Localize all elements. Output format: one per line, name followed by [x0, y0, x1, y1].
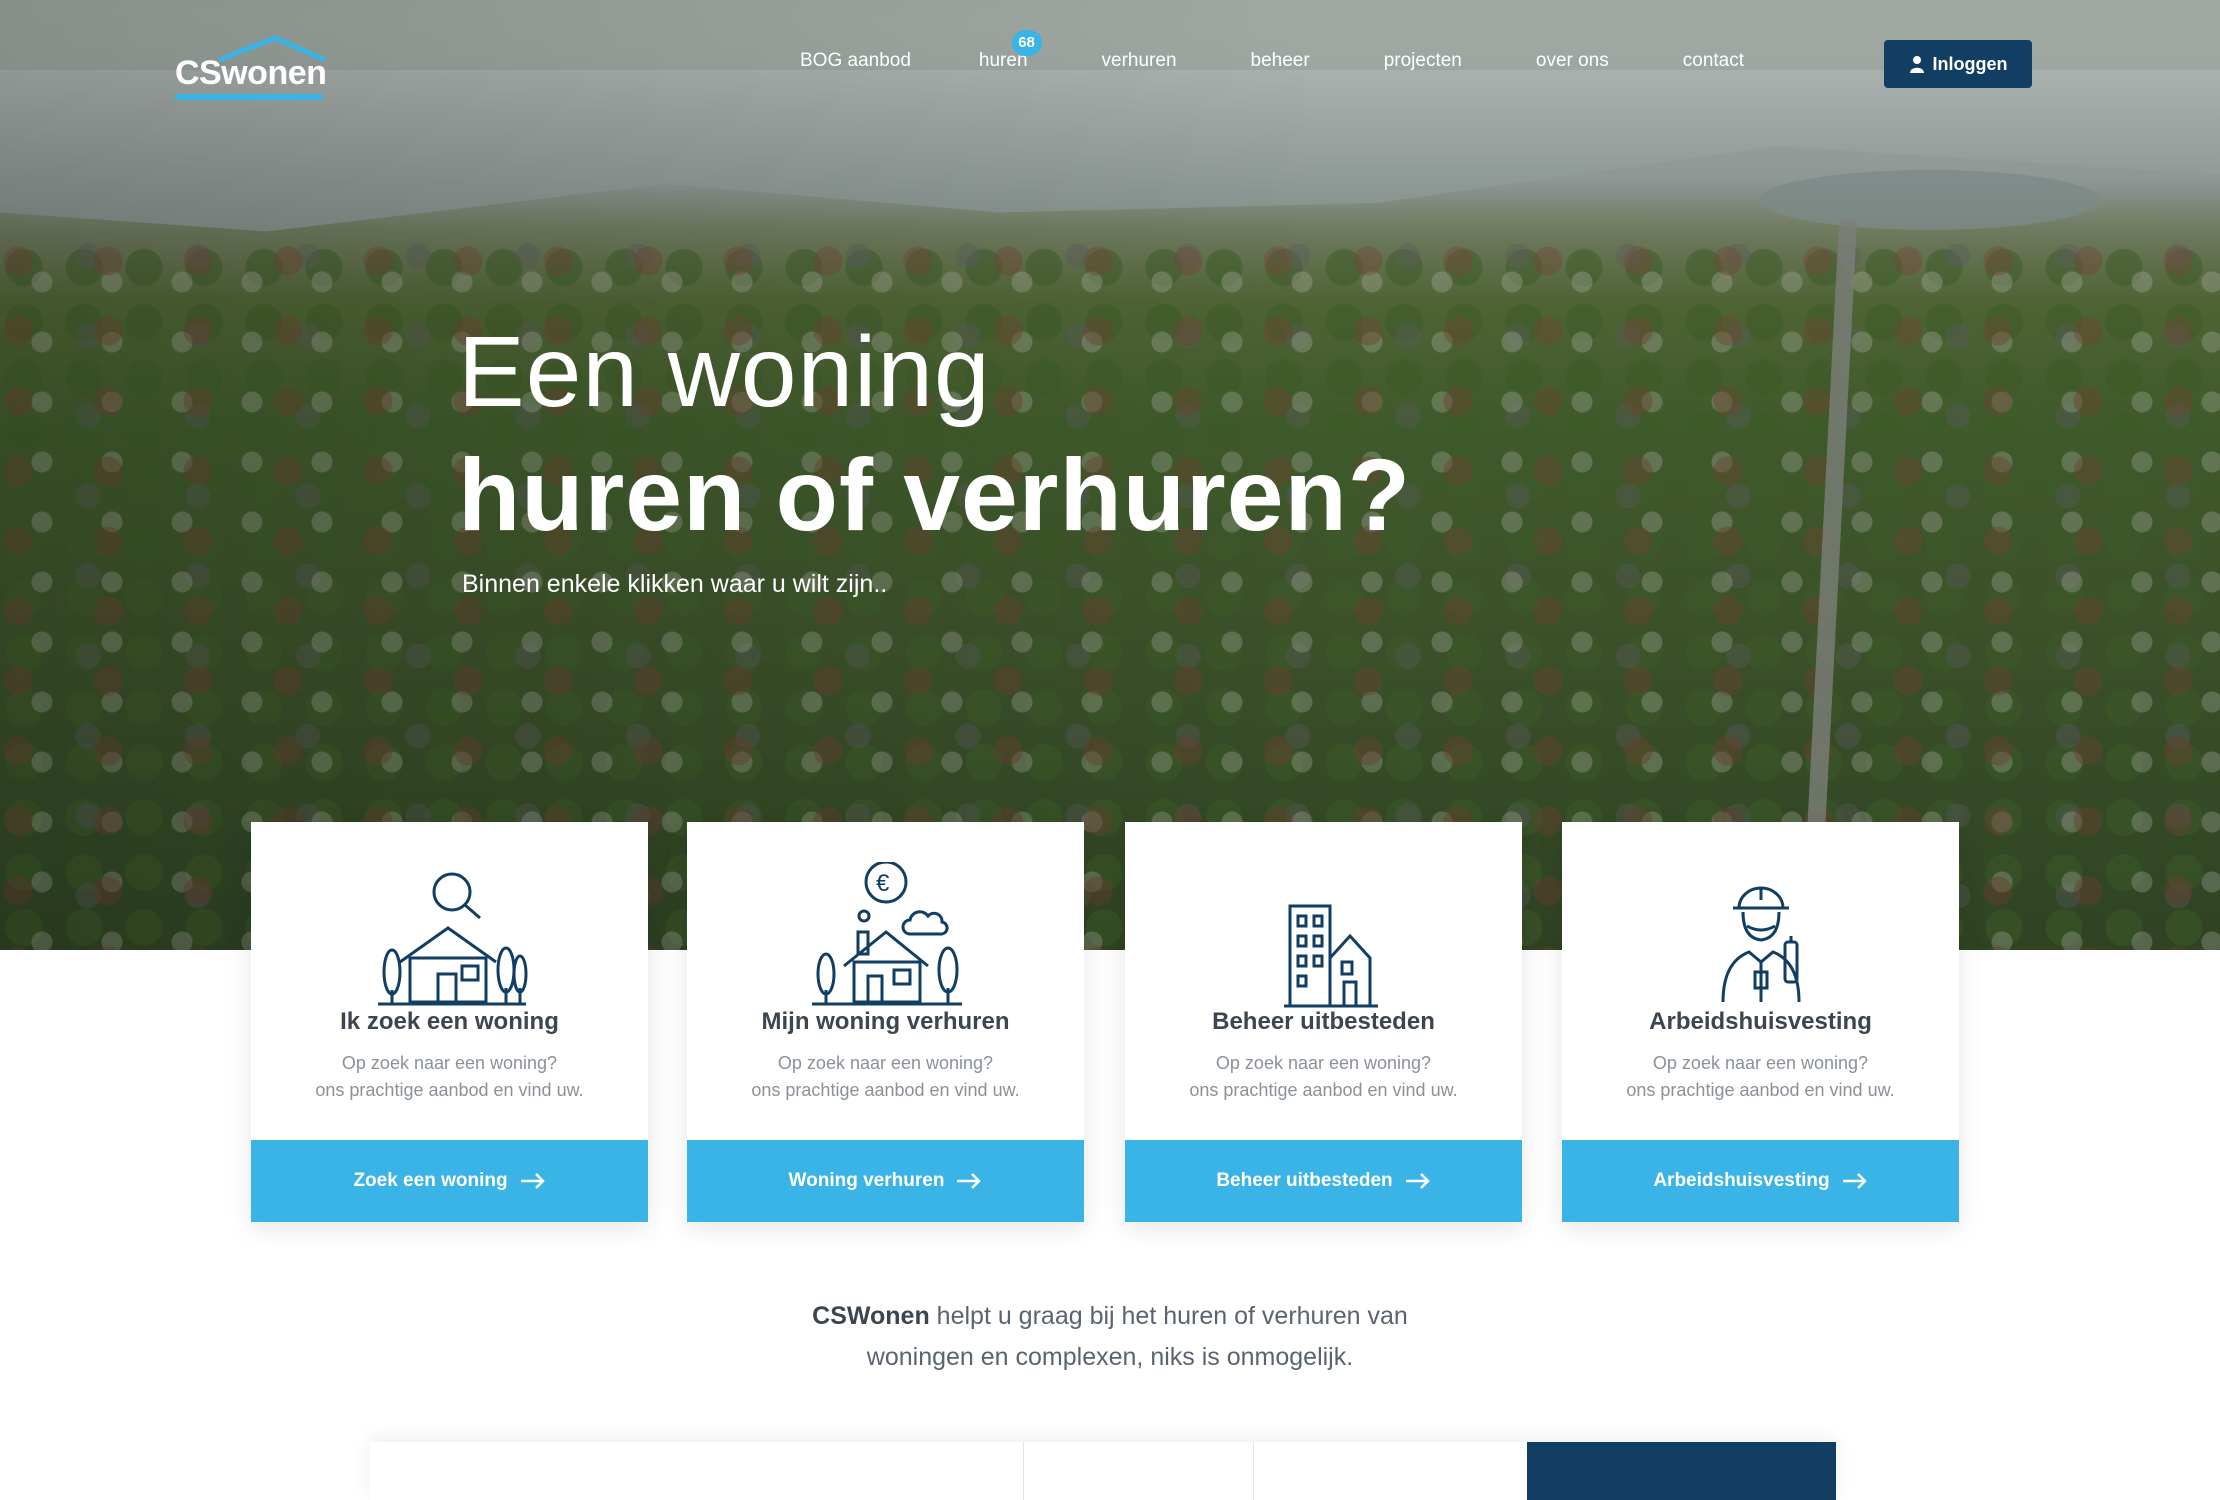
- card-text-line1: Op zoek naar een woning?: [1215, 1053, 1432, 1073]
- button-label: Beheer uitbesteden: [1216, 1170, 1393, 1191]
- arrow-right-icon: [1842, 1173, 1867, 1189]
- card-text-line1: Op zoek naar een woning?: [1652, 1053, 1869, 1073]
- nav-huren-count-badge: 68: [1011, 30, 1042, 56]
- nav-item-verhuren[interactable]: verhuren: [1102, 50, 1177, 80]
- hero-title-line2: huren of verhuren?: [458, 438, 1412, 552]
- logo-tagline: [175, 94, 323, 100]
- panel-divider: [1023, 1442, 1024, 1500]
- card-text-line2: ons prachtige aanbod en vind uw.: [751, 1080, 1020, 1100]
- arrow-right-icon: [520, 1173, 545, 1189]
- card-text: Op zoek naar een woning? ons prachtige a…: [1145, 1050, 1502, 1104]
- panel-divider: [1253, 1442, 1254, 1500]
- nav-item-contact[interactable]: contact: [1683, 50, 1744, 80]
- logo-text: CSwonen: [175, 54, 327, 92]
- intro-line1: CSWonen helpt u graag bij het huren of v…: [0, 1296, 2220, 1337]
- intro-brand: CSWonen: [812, 1302, 930, 1330]
- building-icon: [1283, 904, 1378, 1008]
- hero-title-line1: Een woning: [458, 316, 991, 428]
- login-label: Inloggen: [1932, 53, 2008, 74]
- card-text: Op zoek naar een woning? ons prachtige a…: [271, 1050, 628, 1104]
- main-nav: BOG aanbod huren 68 verhuren beheer proj…: [800, 30, 1744, 80]
- card-text-line2: ons prachtige aanbod en vind uw.: [315, 1080, 584, 1100]
- button-label: Zoek een woning: [353, 1170, 508, 1191]
- card-title: Ik zoek een woning: [340, 1008, 559, 1035]
- button-label: Woning verhuren: [788, 1170, 945, 1191]
- nav-item-bog-aanbod[interactable]: BOG aanbod: [800, 50, 911, 80]
- card-text: Op zoek naar een woning? ons prachtige a…: [707, 1050, 1064, 1104]
- intro-text: CSWonen helpt u graag bij het huren of v…: [0, 1296, 2220, 1378]
- woning-verhuren-button[interactable]: Woning verhuren: [687, 1140, 1084, 1222]
- button-label: Arbeidshuisvesting: [1653, 1170, 1830, 1191]
- nav-item-huren[interactable]: huren 68: [979, 30, 1042, 80]
- arbeidshuisvesting-button[interactable]: Arbeidshuisvesting: [1562, 1140, 1959, 1222]
- worker-icon: [1721, 886, 1800, 1003]
- svg-text:€: €: [876, 870, 890, 897]
- card-title: Beheer uitbesteden: [1212, 1008, 1435, 1035]
- intro-line2: woningen en complexen, niks is onmogelij…: [866, 1343, 1354, 1371]
- zoek-woning-button[interactable]: Zoek een woning: [251, 1140, 648, 1222]
- logo[interactable]: CSwonen: [175, 36, 327, 102]
- house-euro-icon: €: [811, 862, 962, 1006]
- search-panel: [370, 1442, 1836, 1500]
- house-search-icon: [377, 872, 527, 1006]
- card-text: Op zoek naar een woning? ons prachtige a…: [1582, 1050, 1939, 1104]
- card-title: Mijn woning verhuren: [761, 1008, 1010, 1035]
- arrow-right-icon: [1405, 1173, 1430, 1189]
- hero-subtitle: Binnen enkele klikken waar u wilt zijn..: [462, 570, 888, 598]
- user-icon: [1909, 56, 1924, 73]
- arrow-right-icon: [957, 1173, 982, 1189]
- nav-item-beheer[interactable]: beheer: [1251, 50, 1310, 80]
- login-button[interactable]: Inloggen: [1884, 40, 2032, 88]
- card-zoek-woning: Ik zoek een woning Op zoek naar een woni…: [251, 822, 648, 1222]
- beheer-uitbesteden-button[interactable]: Beheer uitbesteden: [1125, 1140, 1522, 1222]
- card-text-line2: ons prachtige aanbod en vind uw.: [1189, 1080, 1458, 1100]
- card-title: Arbeidshuisvesting: [1649, 1008, 1872, 1035]
- search-panel-button[interactable]: [1527, 1442, 1836, 1500]
- card-arbeidshuisvesting: Arbeidshuisvesting Op zoek naar een woni…: [1562, 822, 1959, 1222]
- card-text-line2: ons prachtige aanbod en vind uw.: [1626, 1080, 1895, 1100]
- card-woning-verhuren: € Mijn woning verhuren Op zoek naar een …: [687, 822, 1084, 1222]
- card-text-line1: Op zoek naar een woning?: [341, 1053, 558, 1073]
- card-text-line1: Op zoek naar een woning?: [777, 1053, 994, 1073]
- nav-item-projecten[interactable]: projecten: [1384, 50, 1462, 80]
- card-beheer-uitbesteden: Beheer uitbesteden Op zoek naar een woni…: [1125, 822, 1522, 1222]
- nav-item-over-ons[interactable]: over ons: [1536, 50, 1609, 80]
- intro-line1-rest: helpt u graag bij het huren of verhuren …: [929, 1302, 1408, 1330]
